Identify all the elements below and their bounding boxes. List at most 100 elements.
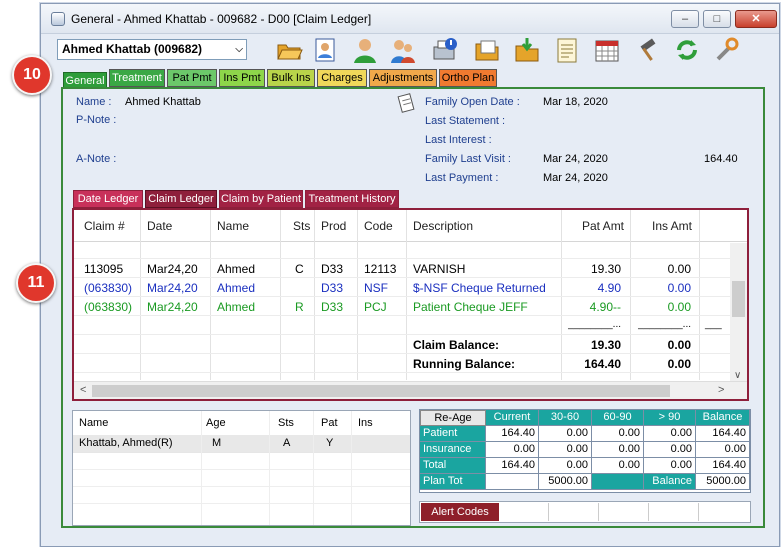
tools-icon[interactable] [713, 36, 741, 64]
aging-total-label: Total [420, 458, 486, 474]
folder-list-icon[interactable] [473, 36, 501, 64]
maximize-button[interactable]: □ [703, 10, 731, 28]
printer-alert-icon[interactable] [431, 36, 459, 64]
col-description[interactable]: Description [413, 219, 473, 233]
tab-ins-pmt[interactable]: Ins Pmt [219, 69, 265, 87]
col-member-age[interactable]: Age [206, 417, 226, 429]
tab-adjustments[interactable]: Adjustments [369, 69, 437, 87]
plan-tot-label: Plan Tot [420, 474, 486, 490]
callout-11: 11 [16, 263, 56, 303]
col-sts[interactable]: Sts [293, 219, 310, 233]
col-member-ins[interactable]: Ins [358, 417, 373, 429]
patient-selector[interactable]: Ahmed Khattab (009682) ⌵ [57, 39, 247, 60]
col-current: Current [486, 410, 539, 426]
patient-card-icon[interactable] [311, 36, 339, 64]
last-interest-label: Last Interest : [425, 134, 492, 146]
plan-balance-value: 5000.00 [696, 474, 750, 490]
refresh-icon[interactable] [673, 36, 701, 64]
notes-icon[interactable] [553, 36, 581, 64]
vertical-scrollbar[interactable]: ∨ [730, 243, 747, 381]
aging-cell [486, 474, 539, 490]
horizontal-scrollbar[interactable]: < > [74, 381, 747, 399]
calendar-icon[interactable] [593, 36, 621, 64]
tab-treatment[interactable]: Treatment [109, 69, 165, 87]
family-members-table: Name Age Sts Pat Ins Khattab, Ahmed(R) M… [72, 410, 411, 526]
family-last-visit-label: Family Last Visit : [425, 153, 511, 165]
family-icon[interactable] [389, 36, 417, 64]
col-60-90: 60-90 [592, 410, 644, 426]
plan-balance-label: Balance [644, 474, 696, 490]
aging-cell: 0.00 [696, 442, 750, 458]
col-ins-amt[interactable]: Ins Amt [652, 219, 692, 233]
aging-cell: 0.00 [644, 458, 696, 474]
folder-download-icon[interactable] [513, 36, 541, 64]
table-row[interactable]: (063830) Mar24,20 Ahmed R D33 PCJ Patien… [74, 297, 731, 316]
col-member-name[interactable]: Name [79, 417, 108, 429]
person-icon[interactable] [351, 36, 379, 64]
family-last-visit-value: Mar 24, 2020 [543, 153, 608, 165]
name-label: Name : [76, 96, 112, 108]
vertical-scroll-thumb[interactable] [732, 281, 745, 317]
family-open-date-value: Mar 18, 2020 [543, 96, 608, 108]
running-balance-row: Running Balance: 164.40 0.00 [74, 354, 731, 373]
anote-label[interactable]: A-Note : [76, 153, 116, 165]
claim-balance-row: Claim Balance: 19.30 0.00 [74, 335, 731, 354]
scroll-left-icon[interactable]: < [80, 384, 86, 396]
window-title: General - Ahmed Khattab - 009682 - D00 [… [71, 12, 372, 26]
separator-row: ________... ________... ___ [74, 316, 731, 335]
col-pat-amt[interactable]: Pat Amt [582, 219, 624, 233]
close-button[interactable]: ✕ [735, 10, 777, 28]
aging-cell: 0.00 [539, 442, 592, 458]
horizontal-scroll-thumb[interactable] [92, 385, 670, 397]
last-payment-value: Mar 24, 2020 [543, 172, 608, 184]
aging-cell: 164.40 [486, 458, 539, 474]
col-balance: Balance [696, 410, 750, 426]
aging-cell: 0.00 [644, 426, 696, 442]
scroll-right-icon[interactable]: > [718, 384, 724, 396]
tab-ortho-plan[interactable]: Ortho Plan [439, 69, 497, 87]
col-member-pat[interactable]: Pat [321, 417, 338, 429]
reage-button[interactable]: Re-Age [420, 410, 486, 426]
main-window: General - Ahmed Khattab - 009682 - D00 [… [40, 3, 780, 547]
minimize-button[interactable]: – [671, 10, 699, 28]
aging-cell: 0.00 [592, 426, 644, 442]
aging-cell: 164.40 [696, 458, 750, 474]
alert-codes-button[interactable]: Alert Codes [421, 503, 499, 521]
plan-tot-value: 5000.00 [539, 474, 592, 490]
tab-claim-by-patient[interactable]: Claim by Patient [219, 190, 303, 208]
table-row[interactable]: Khattab, Ahmed(R) M A Y [73, 435, 410, 452]
tab-pat-pmt[interactable]: Pat Pmt [167, 69, 217, 87]
hammer-icon[interactable] [635, 36, 663, 64]
alert-codes-bar: Alert Codes [419, 501, 751, 523]
table-row[interactable]: (063830) Mar24,20 Ahmed D33 NSF $-NSF Ch… [74, 278, 731, 297]
table-row[interactable]: 113095 Mar24,20 Ahmed C D33 12113 VARNIS… [74, 259, 731, 278]
last-payment-label: Last Payment : [425, 172, 499, 184]
col-date[interactable]: Date [147, 219, 172, 233]
aging-cell: 0.00 [592, 458, 644, 474]
tab-charges[interactable]: Charges [317, 69, 367, 87]
last-statement-label: Last Statement : [425, 115, 506, 127]
col-member-sts[interactable]: Sts [278, 417, 294, 429]
aging-cell: 0.00 [486, 442, 539, 458]
tab-treatment-history[interactable]: Treatment History [305, 190, 399, 208]
name-value: Ahmed Khattab [125, 96, 201, 108]
aging-cell: 164.40 [696, 426, 750, 442]
aging-cell: 164.40 [486, 426, 539, 442]
tab-claim-ledger[interactable]: Claim Ledger [145, 190, 217, 208]
aging-table: Re-Age Current 30-60 60-90 > 90 Balance … [419, 409, 751, 493]
notepad-icon[interactable] [397, 92, 417, 114]
pnote-label[interactable]: P-Note : [76, 114, 116, 126]
col-prod[interactable]: Prod [321, 219, 346, 233]
folder-open-icon[interactable] [275, 36, 303, 64]
ledger-header: Claim # Date Name Sts Prod Code Descript… [74, 210, 747, 242]
tab-date-ledger[interactable]: Date Ledger [73, 190, 143, 208]
col-name[interactable]: Name [217, 219, 249, 233]
col-code[interactable]: Code [364, 219, 393, 233]
tab-bulk-ins[interactable]: Bulk Ins [267, 69, 315, 87]
scroll-down-icon[interactable]: ∨ [734, 370, 741, 381]
chevron-down-icon[interactable]: ⌵ [235, 40, 243, 59]
col-claim[interactable]: Claim # [84, 219, 125, 233]
table-row[interactable] [74, 243, 731, 259]
tab-general[interactable]: General [63, 72, 107, 88]
app-icon [51, 12, 65, 26]
